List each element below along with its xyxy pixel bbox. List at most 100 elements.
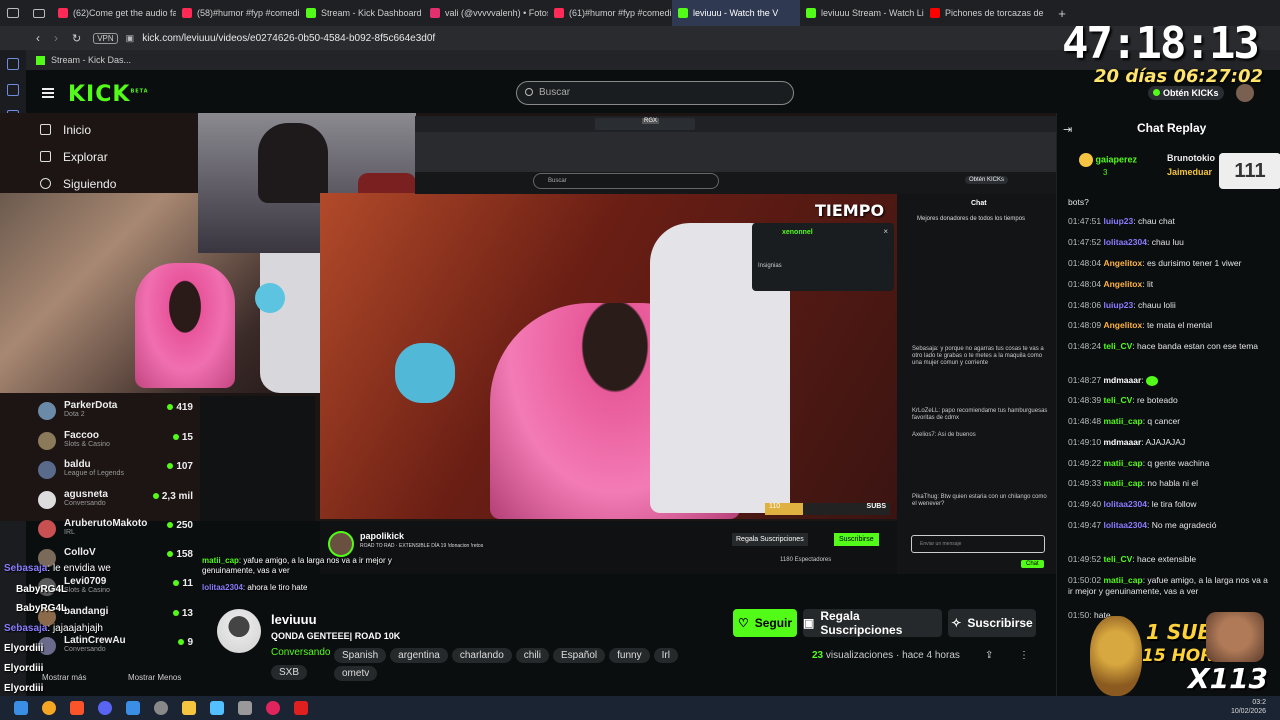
reload-icon[interactable]: ↻: [72, 32, 81, 45]
browser-tab[interactable]: (58)#humor #fyp #comedi: [176, 0, 300, 26]
channel-name[interactable]: leviuuu: [271, 612, 317, 627]
follow-button[interactable]: ♡ Seguir: [733, 609, 797, 637]
instagram-favicon-icon: [430, 8, 440, 18]
taskbar-app-icon[interactable]: [238, 701, 252, 715]
channel-item[interactable]: AruberutoMakoto IRL 250: [38, 518, 193, 538]
tag-pill[interactable]: Irl: [653, 648, 678, 663]
tab-strip-icon[interactable]: [26, 0, 52, 26]
nav-home[interactable]: Inicio: [26, 116, 196, 143]
lock-icon: ▣: [125, 32, 135, 43]
get-kicks-button[interactable]: Obtén KICKs: [1148, 86, 1224, 100]
home-icon: [40, 124, 51, 135]
stream-subathon-timer: 20 días 06:27:02: [1094, 66, 1264, 87]
inner-stream-video: TIEMPO 110 SUBS xenonnel Insignias ×: [320, 193, 897, 519]
search-input[interactable]: Buscar: [516, 81, 794, 105]
overlay-chat-line: Sebasaja: le envidia we: [4, 563, 111, 574]
taskbar-app-icon[interactable]: [98, 701, 112, 715]
bookmark-item[interactable]: Stream - Kick Das...: [51, 55, 131, 65]
inner-chat-line: Axelios7: Asi de buenos: [912, 432, 976, 438]
nav-following[interactable]: Siguiendo: [26, 170, 196, 197]
browser-tab[interactable]: Stream - Kick Dashboard: [300, 0, 424, 26]
channel-item[interactable]: agusneta Conversando 2,3 mil: [38, 489, 193, 509]
taskbar-app-icon[interactable]: [42, 701, 56, 715]
inner-recommended-list: [200, 396, 315, 521]
tag-pill[interactable]: ometv: [334, 666, 378, 681]
channel-item[interactable]: ParkerDota Dota 2 419: [38, 400, 193, 420]
taskbar-app-icon[interactable]: [126, 701, 140, 715]
tag-pill[interactable]: SXB: [271, 665, 308, 680]
more-options-icon[interactable]: ⋮: [1019, 650, 1029, 661]
close-icon[interactable]: ×: [883, 227, 888, 236]
tiktok-favicon-icon: [554, 8, 564, 18]
taskbar-app-icon[interactable]: [70, 701, 84, 715]
tag-pill[interactable]: Español: [553, 648, 606, 663]
sidebar-app-icon[interactable]: [7, 84, 19, 96]
tag-pill[interactable]: funny: [609, 648, 650, 663]
tag-pill[interactable]: charlando: [451, 648, 512, 663]
views-count: 23 visualizaciones · hace 4 horas: [812, 650, 960, 661]
taskbar-clock[interactable]: 03:2 10/02/2026: [1231, 698, 1266, 716]
top-gifter: Jaimeduar: [1167, 167, 1213, 177]
url-field[interactable]: kick.com/leviuuu/videos/e0274626-0b50-45…: [142, 33, 435, 44]
overlay-chat-line: BabyRG4L: [16, 603, 68, 614]
kick-logo[interactable]: KICKBETA: [68, 82, 149, 107]
browser-tab[interactable]: leviuuu Stream - Watch Li: [800, 0, 924, 26]
channel-item[interactable]: LatinCrewAu Conversando 9: [38, 635, 193, 655]
channel-avatar[interactable]: [217, 609, 261, 653]
forward-icon[interactable]: ›: [54, 31, 58, 45]
browser-menu-icon[interactable]: [0, 0, 26, 26]
sidebar-app-icon[interactable]: [7, 58, 19, 70]
tag-pill[interactable]: chili: [515, 648, 549, 663]
kick-favicon-icon: [806, 8, 816, 18]
browser-tab-active[interactable]: leviuuu - Watch the V: [672, 0, 800, 26]
kick-favicon-icon: [36, 55, 45, 65]
devil-mascot-icon: [1090, 616, 1142, 696]
user-avatar[interactable]: [1236, 84, 1254, 102]
browser-tab[interactable]: (61)#humor #fyp #comedi: [548, 0, 672, 26]
overlay-chat-line: Elyordiii: [4, 683, 44, 694]
show-more-link[interactable]: Mostrar más: [42, 673, 86, 682]
chat-message: 01:49:40 lolitaa2304: le tira follow: [1068, 499, 1197, 509]
kick-coin-icon: [1153, 89, 1160, 96]
chat-message: 01:47:52 lolitaa2304: chau luu: [1068, 237, 1184, 247]
taskbar-app-icon[interactable]: [154, 701, 168, 715]
inner-chat-panel: Chat Mejores donadores de todos los tiem…: [897, 194, 1056, 574]
browser-tab[interactable]: (62)Come get the audio fa: [52, 0, 176, 26]
multiplier-label: X113: [1188, 662, 1269, 695]
collapse-chat-icon[interactable]: ⇥: [1063, 123, 1072, 136]
tag-pill[interactable]: argentina: [390, 648, 448, 663]
taskbar-app-icon[interactable]: [210, 701, 224, 715]
taskbar-app-icon[interactable]: [294, 701, 308, 715]
hamburger-menu-icon[interactable]: [42, 88, 54, 98]
subscribe-button[interactable]: ✧ Suscribirse: [948, 609, 1036, 637]
chat-message: 01:49:52 teli_CV: hace extensible: [1068, 554, 1197, 564]
star-icon: ✧: [951, 616, 962, 630]
inner-chat-line: PikaThug: Btw quien estaria con un chila…: [912, 494, 1047, 507]
browser-tab[interactable]: vali (@vvvvvalenh) • Fotos: [424, 0, 548, 26]
category-link[interactable]: Conversando: [271, 647, 330, 658]
inner-chat-button: Chat: [1021, 560, 1044, 568]
windows-start-icon[interactable]: [14, 701, 28, 715]
chat-message: 01:48:48 matii_cap: q cancer: [1068, 416, 1181, 426]
chat-message: 01:48:39 teli_CV: re boteado: [1068, 395, 1178, 405]
tag-list: Spanish argentina charlando chili Español fun…: [334, 645, 694, 681]
browser-tab[interactable]: Pichones de torcazas de: [924, 0, 1052, 26]
tiempo-banner: TIEMPO: [815, 201, 885, 220]
chat-message: 01:49:47 lolitaa2304: No me agradeció: [1068, 520, 1217, 530]
taskbar-app-icon[interactable]: [266, 701, 280, 715]
tag-pill[interactable]: Spanish: [334, 648, 387, 663]
top-gifter: gaiaperez: [1079, 153, 1137, 167]
channel-item[interactable]: Faccoo Slots & Casino 15: [38, 430, 193, 450]
show-less-link[interactable]: Mostrar Menos: [128, 673, 181, 682]
nav-explore[interactable]: Explorar: [26, 143, 196, 170]
back-icon[interactable]: ‹: [36, 31, 40, 45]
taskbar-app-icon[interactable]: [182, 701, 196, 715]
avatar: [38, 461, 56, 479]
channel-item[interactable]: baldu League of Legends 107: [38, 459, 193, 479]
share-icon[interactable]: ⇪: [985, 650, 993, 661]
sub-label: 1 SUB: [1146, 620, 1213, 644]
overlay-chat-line: matii_cap: yafue amigo, a la larga nos v…: [202, 556, 392, 575]
gift-counter-badge: 111: [1219, 153, 1280, 189]
vpn-badge[interactable]: VPN: [93, 32, 118, 44]
gift-subs-button[interactable]: ▣ Regala Suscripciones: [803, 609, 942, 637]
